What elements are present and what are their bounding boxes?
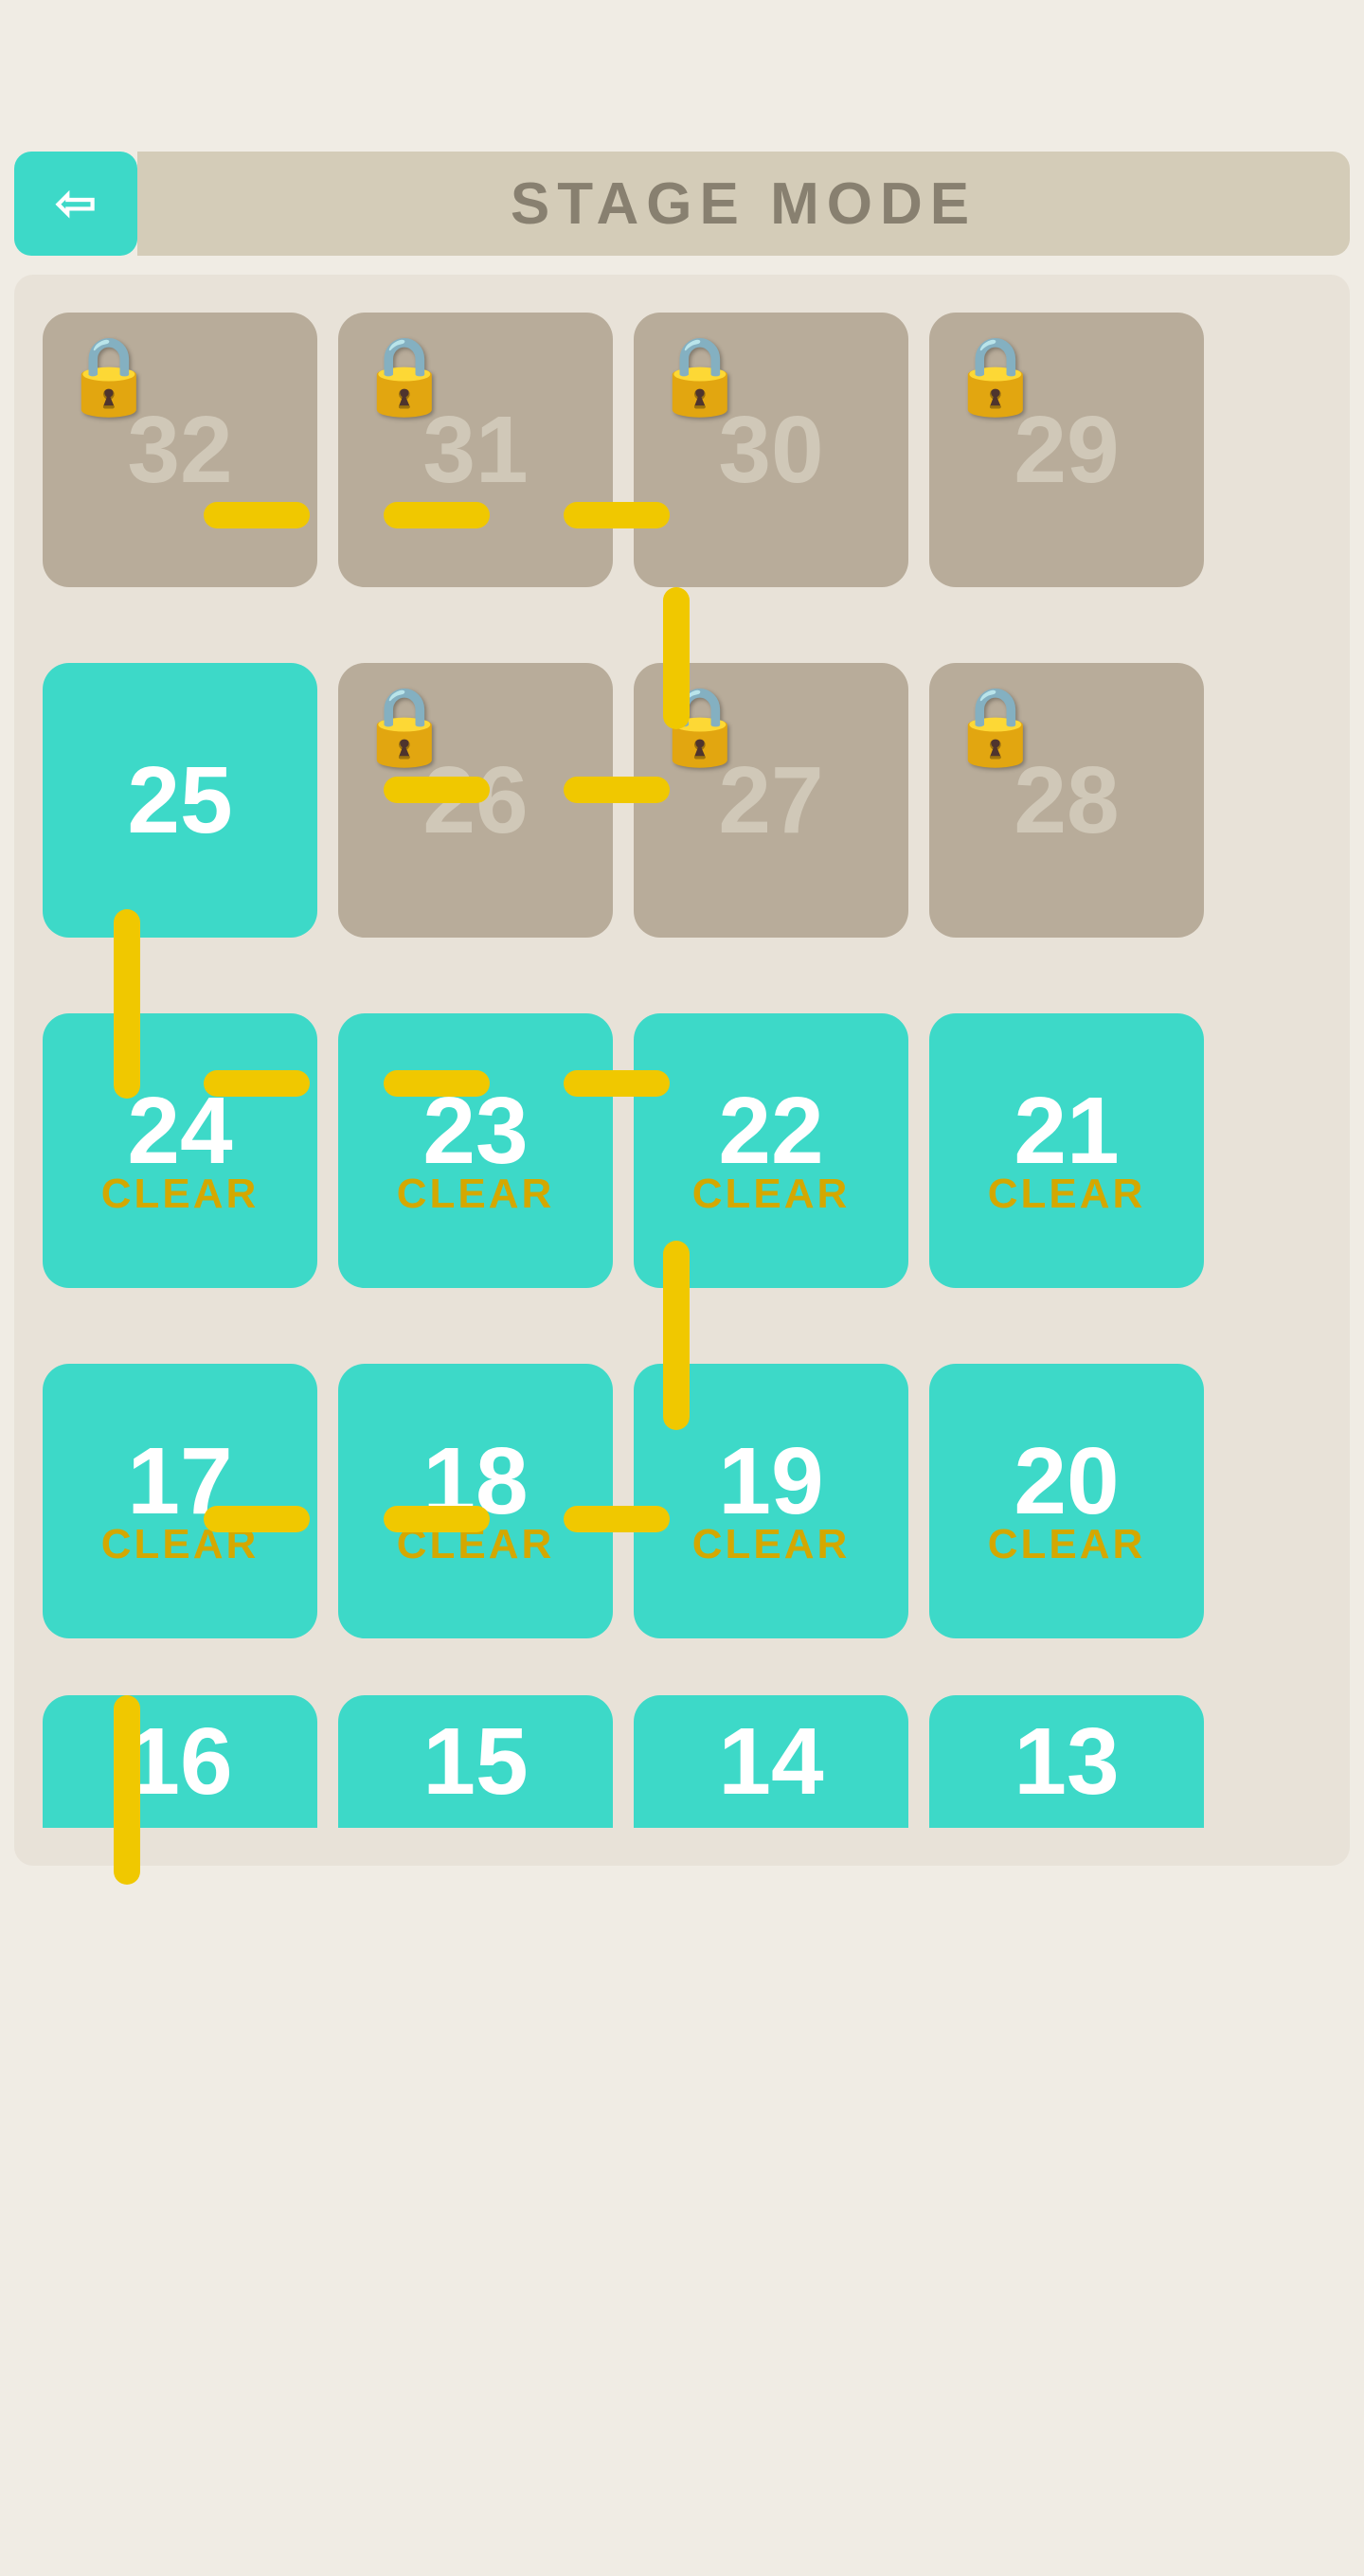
stage-number-17: 17 — [127, 1434, 232, 1529]
stage-22[interactable]: 22 CLEAR — [634, 1013, 908, 1288]
lock-icon-26: 🔒 — [357, 682, 452, 771]
clear-label-18: CLEAR — [397, 1521, 555, 1568]
lock-icon-32: 🔒 — [62, 331, 156, 420]
stage-25[interactable]: 25 — [43, 663, 317, 938]
stage-23[interactable]: 23 CLEAR — [338, 1013, 613, 1288]
lock-icon-31: 🔒 — [357, 331, 452, 420]
stage-21[interactable]: 21 CLEAR — [929, 1013, 1204, 1288]
clear-label-24: CLEAR — [101, 1171, 260, 1218]
stage-20[interactable]: 20 CLEAR — [929, 1364, 1204, 1638]
stage-number-22: 22 — [718, 1083, 823, 1178]
stage-number-21: 21 — [1014, 1083, 1119, 1178]
row-16-to-13-partial: 16 15 14 13 — [43, 1695, 1321, 1828]
stage-14[interactable]: 14 — [634, 1695, 908, 1828]
stage-32[interactable]: 🔒 32 — [43, 313, 317, 587]
clear-label-22: CLEAR — [692, 1171, 851, 1218]
stage-17[interactable]: 17 CLEAR — [43, 1364, 317, 1638]
lock-icon-29: 🔒 — [948, 331, 1043, 420]
page-title: STAGE MODE — [511, 170, 977, 238]
lock-icon-27: 🔒 — [653, 682, 747, 771]
back-button[interactable]: ⇦ — [14, 152, 137, 256]
stage-number-23: 23 — [422, 1083, 528, 1178]
stage-15[interactable]: 15 — [338, 1695, 613, 1828]
clear-label-21: CLEAR — [988, 1171, 1146, 1218]
stage-18[interactable]: 18 CLEAR — [338, 1364, 613, 1638]
stage-24[interactable]: 24 CLEAR — [43, 1013, 317, 1288]
stage-grid: 🔒 32 🔒 31 🔒 30 🔒 29 25 🔒 26 🔒 27 — [14, 275, 1350, 1866]
row-25-to-28: 25 🔒 26 🔒 27 🔒 28 — [43, 663, 1321, 938]
row-32-to-29: 🔒 32 🔒 31 🔒 30 🔒 29 — [43, 313, 1321, 587]
stage-13[interactable]: 13 — [929, 1695, 1204, 1828]
stage-number-24: 24 — [127, 1083, 232, 1178]
stage-28[interactable]: 🔒 28 — [929, 663, 1204, 938]
stage-30[interactable]: 🔒 30 — [634, 313, 908, 587]
lock-icon-30: 🔒 — [653, 331, 747, 420]
stage-31[interactable]: 🔒 31 — [338, 313, 613, 587]
clear-label-20: CLEAR — [988, 1521, 1146, 1568]
stage-number-20: 20 — [1014, 1434, 1119, 1529]
clear-label-23: CLEAR — [397, 1171, 555, 1218]
lock-icon-28: 🔒 — [948, 682, 1043, 771]
stage-number-25: 25 — [127, 753, 232, 848]
stage-number-19: 19 — [718, 1434, 823, 1529]
stage-number-18: 18 — [422, 1434, 528, 1529]
top-bar: ⇦ STAGE MODE — [14, 152, 1350, 256]
stage-number-15: 15 — [422, 1714, 528, 1809]
stage-19[interactable]: 19 CLEAR — [634, 1364, 908, 1638]
stage-number-16: 16 — [127, 1714, 232, 1809]
clear-label-19: CLEAR — [692, 1521, 851, 1568]
row-17-to-20: 17 CLEAR 18 CLEAR 19 CLEAR 20 CLEAR — [43, 1364, 1321, 1638]
stage-number-14: 14 — [718, 1714, 823, 1809]
stage-27[interactable]: 🔒 27 — [634, 663, 908, 938]
stage-29[interactable]: 🔒 29 — [929, 313, 1204, 587]
stage-16[interactable]: 16 — [43, 1695, 317, 1828]
stage-number-13: 13 — [1014, 1714, 1119, 1809]
title-bar: STAGE MODE — [137, 152, 1350, 256]
clear-label-17: CLEAR — [101, 1521, 260, 1568]
back-arrow-icon: ⇦ — [55, 175, 97, 232]
row-24-to-21: 24 CLEAR 23 CLEAR 22 CLEAR 21 CLEAR — [43, 1013, 1321, 1288]
stage-26[interactable]: 🔒 26 — [338, 663, 613, 938]
